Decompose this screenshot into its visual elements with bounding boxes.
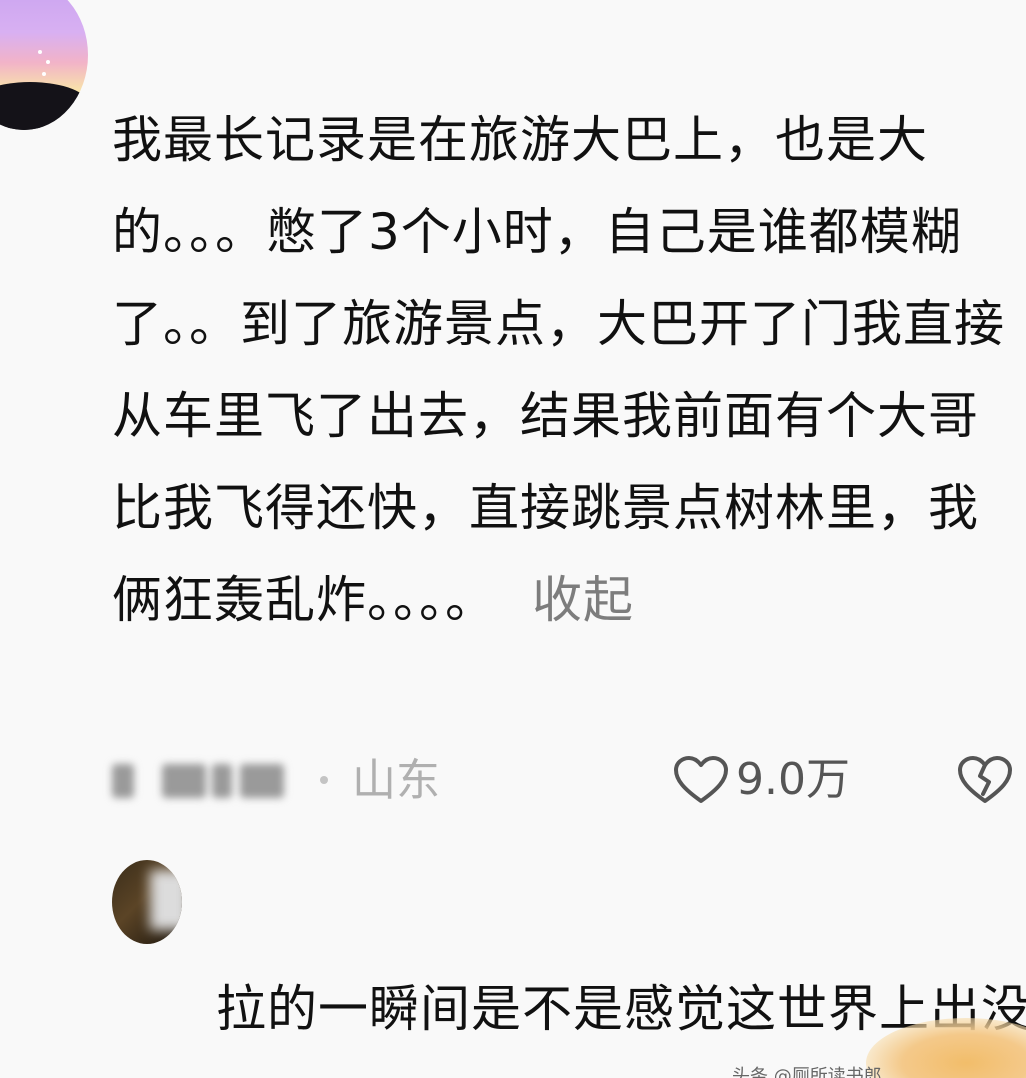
source-watermark: 头条 @厕所读书郎 [732,1066,882,1078]
blurred-username [112,764,292,798]
avatar-sparkle [38,50,42,54]
collapse-button[interactable]: 收起 [532,571,634,629]
comment-location: 山东 [352,755,440,806]
avatar-sparkle [46,60,50,64]
comment-content: 我最长记录是在旅游大巴上，也是大的。。。憋了3个小时，自己是谁都模糊了。。到了旅… [112,111,1005,629]
commenter-avatar[interactable] [0,0,88,130]
avatar-sparkle [42,72,46,76]
comment-meta-row: 山东 9.0万 [112,746,1012,816]
avatar-hill [0,82,88,130]
like-button[interactable]: 9.0万 [672,750,850,810]
meta-separator [320,776,328,784]
avatar-blur [150,870,182,930]
reply-avatar[interactable] [112,860,182,944]
like-count: 9.0万 [736,754,850,805]
comment-text: 我最长记录是在旅游大巴上，也是大的。。。憋了3个小时，自己是谁都模糊了。。到了旅… [112,94,1012,646]
comment-thread-screen: 我最长记录是在旅游大巴上，也是大的。。。憋了3个小时，自己是谁都模糊了。。到了旅… [0,0,1026,1078]
broken-heart-icon[interactable] [956,754,1014,810]
heart-outline-icon [672,754,730,806]
